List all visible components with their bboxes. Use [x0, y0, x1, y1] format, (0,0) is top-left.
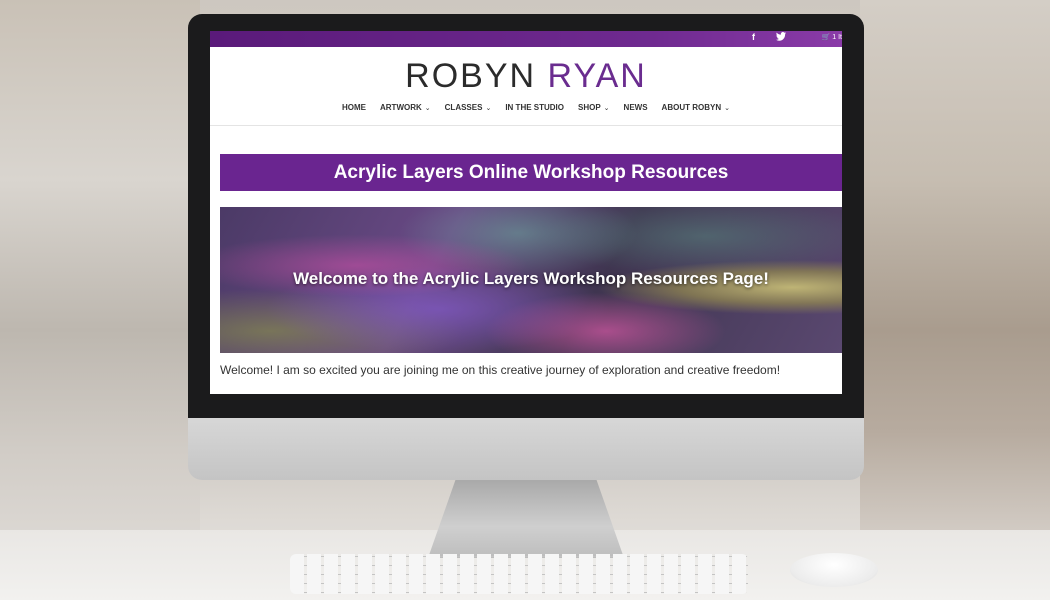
nav-home[interactable]: HOME	[342, 103, 366, 112]
logo-first-name: ROBYN	[405, 57, 537, 95]
nav-news[interactable]: NEWS	[624, 103, 648, 112]
facebook-icon[interactable]: f	[752, 32, 755, 42]
welcome-paragraph: Welcome! I am so excited you are joining…	[220, 363, 781, 377]
twitter-icon[interactable]	[776, 32, 787, 43]
mouse	[790, 553, 878, 587]
page-title-banner: Acrylic Layers Online Workshop Resources	[220, 154, 842, 191]
nav-in-the-studio[interactable]: IN THE STUDIO	[505, 103, 564, 112]
monitor-chin	[188, 418, 864, 480]
nav-about-robyn[interactable]: ABOUT ROBYN ⌄	[662, 103, 730, 112]
logo-last-name: RYAN	[547, 57, 647, 95]
nav-shop[interactable]: SHOP ⌄	[578, 103, 610, 112]
top-bar: f 🛒 1 It	[210, 31, 842, 47]
background-right	[860, 0, 1050, 600]
site-logo[interactable]: ROBYN RYAN	[210, 57, 842, 95]
nav-artwork[interactable]: ARTWORK ⌄	[380, 103, 431, 112]
monitor-stand	[428, 480, 624, 558]
hero-image: Welcome to the Acrylic Layers Workshop R…	[220, 207, 842, 353]
cart-icon: 🛒	[821, 34, 831, 41]
hero-title: Welcome to the Acrylic Layers Workshop R…	[293, 269, 769, 288]
website-screen: f 🛒 1 It ROBYN RYAN HOME ARTWORK ⌄ CLASSE…	[210, 31, 842, 394]
cart-text: 1 It	[832, 34, 842, 41]
chevron-down-icon: ⌄	[724, 105, 730, 112]
chevron-down-icon: ⌄	[485, 105, 492, 112]
chevron-down-icon: ⌄	[603, 105, 610, 112]
keyboard	[290, 554, 748, 594]
chevron-down-icon: ⌄	[424, 105, 431, 112]
main-nav: HOME ARTWORK ⌄ CLASSES ⌄ IN THE STUDIO SHO…	[210, 103, 842, 112]
cart-link[interactable]: 🛒 1 It	[822, 33, 842, 41]
background-left	[0, 0, 200, 600]
header-divider	[210, 125, 842, 126]
nav-classes[interactable]: CLASSES ⌄	[445, 103, 492, 112]
